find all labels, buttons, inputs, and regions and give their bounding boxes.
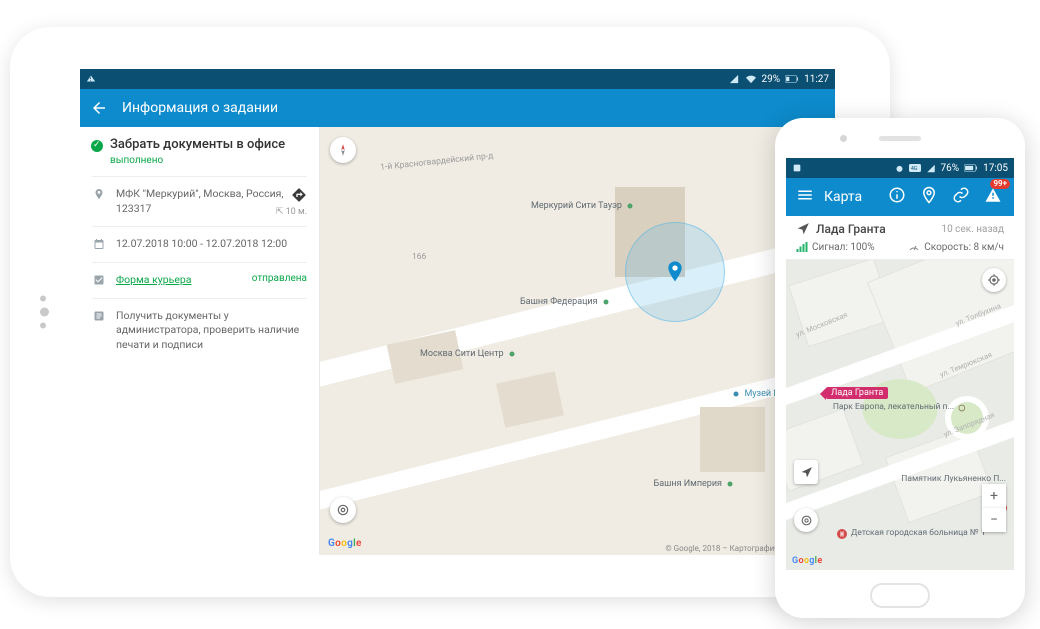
phone-app-bar: Карта 99+	[786, 178, 1014, 216]
phone-status-bar: 4G 76% 17:05	[786, 158, 1014, 178]
geofence-circle	[625, 222, 725, 322]
zoom-in-button[interactable]: +	[982, 484, 1006, 508]
app-bar-title: Информация о задании	[122, 100, 278, 116]
back-button[interactable]	[90, 99, 108, 117]
poi-monument[interactable]: Памятник Лукьяненко П...	[901, 475, 1006, 484]
center-unit-button[interactable]	[794, 460, 818, 484]
info-button[interactable]	[886, 184, 908, 210]
tablet-screen: 29% 11:27 Информация о задании Забрать д…	[80, 69, 835, 555]
tablet-bezel-dots	[40, 296, 49, 329]
compass-button[interactable]	[330, 137, 356, 163]
pin-outline-icon	[920, 186, 938, 204]
link-icon	[952, 186, 970, 204]
task-description: Получить документы у администратора, про…	[116, 309, 307, 353]
phone-home-button[interactable]	[870, 583, 930, 608]
location-button[interactable]	[918, 184, 940, 210]
task-form-section: Форма курьера отправлена	[92, 262, 307, 288]
poi-mercury[interactable]: Меркурий Сити Тауэр	[531, 201, 635, 211]
task-datetime: 12.07.2018 10:00 - 12.07.2018 12:00	[116, 237, 307, 252]
zoom-out-button[interactable]: −	[982, 508, 1006, 532]
tablet-frame: 29% 11:27 Информация о задании Забрать д…	[10, 27, 890, 597]
poi-hospital[interactable]: Детская городская больница № 1	[836, 528, 986, 540]
task-status: выполнено	[92, 155, 307, 166]
poi-federation[interactable]: Башня Федерация	[520, 297, 611, 307]
wifi-icon	[745, 74, 757, 84]
battery-pct: 76%	[941, 163, 960, 174]
svg-text:4G: 4G	[911, 166, 918, 172]
clock: 17:05	[983, 163, 1008, 174]
directions-button[interactable]	[291, 187, 307, 206]
task-distance: ⇱ 10 м.	[276, 207, 307, 217]
info-icon	[888, 186, 906, 204]
unit-name: Лада Гранта	[816, 222, 935, 236]
task-description-section: Получить документы у администратора, про…	[92, 298, 307, 353]
task-title: Забрать документы в офисе	[92, 137, 307, 152]
attach-button[interactable]	[950, 184, 972, 210]
tablet-status-bar: 29% 11:27	[80, 69, 835, 89]
navigation-icon	[796, 222, 810, 236]
poi-park[interactable]: Парк Европа, лекательный п...	[833, 403, 967, 413]
poi-city-center[interactable]: Москва Сити Центр	[420, 349, 517, 359]
signal-icon	[926, 164, 936, 173]
signal-label: Сигнал: 100%	[812, 242, 875, 253]
vehicle-map-tag[interactable]: Лада Гранта	[826, 387, 888, 399]
tablet-body: Забрать документы в офисе выполнено МФК …	[80, 127, 835, 555]
pin-icon	[92, 187, 106, 200]
phone-layer-button[interactable]	[794, 508, 818, 532]
menu-button[interactable]	[796, 186, 814, 208]
gauge-icon	[908, 241, 920, 253]
unit-info-row: Лада Гранта 10 сек. назад	[786, 216, 1014, 239]
alerts-button[interactable]: 99+	[982, 184, 1004, 210]
unit-last-update: 10 сек. назад	[941, 224, 1004, 235]
phone-screen: 4G 76% 17:05 Карта 99+	[786, 158, 1014, 570]
battery-icon	[964, 164, 978, 172]
check-icon	[92, 273, 106, 286]
app-status-icon	[792, 163, 802, 173]
tablet-map[interactable]: 1-й Красногвардейский пр-д 166 Меркурий …	[320, 127, 835, 555]
task-info-panel: Забрать документы в офисе выполнено МФК …	[80, 127, 320, 555]
map-pin-icon	[667, 261, 683, 283]
battery-pct: 29%	[762, 74, 781, 85]
road-label: 1-й Красногвардейский пр-д	[380, 151, 494, 173]
phone-frame: 4G 76% 17:05 Карта 99+	[775, 118, 1025, 618]
google-logo: Google	[792, 556, 822, 566]
my-location-button[interactable]	[982, 268, 1006, 292]
unit-stats-row: Сигнал: 100% Скорость: 8 км/ч	[786, 239, 1014, 260]
speed-label: Скорость: 8 км/ч	[924, 242, 1004, 253]
settings-status-icon	[86, 74, 96, 84]
calendar-icon	[92, 237, 106, 250]
arrow-left-icon	[90, 99, 108, 117]
building-num: 166	[412, 252, 426, 262]
alerts-badge: 99+	[990, 179, 1010, 189]
map-layer-button[interactable]	[330, 497, 356, 523]
tablet-app-bar: Информация о задании	[80, 89, 835, 127]
clock: 11:27	[804, 74, 829, 85]
note-icon	[92, 309, 106, 322]
alarm-icon	[895, 164, 904, 173]
app-bar-title: Карта	[824, 189, 876, 205]
google-logo: Google	[328, 538, 362, 549]
4g-icon: 4G	[909, 164, 921, 172]
task-form-status: отправлена	[252, 273, 307, 284]
phone-map[interactable]: ул. Толбухина ул. Темрюкская ул. Запоряд…	[786, 260, 1014, 570]
signal-bars-icon	[796, 242, 808, 252]
battery-icon	[785, 75, 799, 83]
task-datetime-section: 12.07.2018 10:00 - 12.07.2018 12:00	[92, 226, 307, 252]
hamburger-icon	[796, 186, 814, 204]
task-address-section: МФК "Меркурий", Москва, Россия, 123317 ⇱…	[92, 176, 307, 216]
signal-icon	[728, 74, 740, 84]
poi-imperia[interactable]: Башня Империя	[654, 479, 735, 489]
task-form-link[interactable]: Форма курьера	[116, 273, 192, 286]
